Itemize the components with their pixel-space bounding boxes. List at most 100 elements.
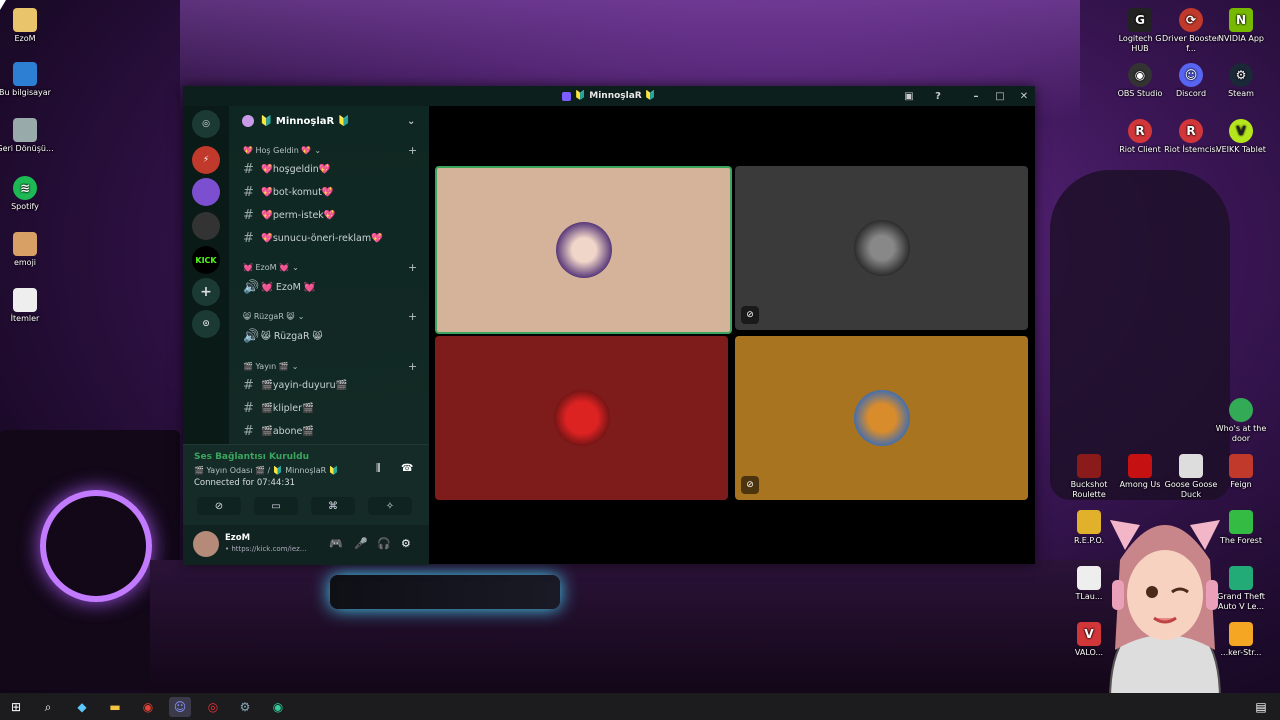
discord-icon: ☺ [1179, 63, 1203, 87]
channel-bot-komut[interactable]: # 💖bot-komut💖 [243, 185, 334, 200]
server-header[interactable]: 🔰 MinnoşlaR 🔰 ⌄ [229, 106, 429, 136]
category-hos-geldin[interactable]: 💖 Hoş Geldin 💖 ⌄ + [243, 144, 417, 157]
chevron-down-icon: ⌄ [407, 115, 416, 127]
plus-icon[interactable]: + [408, 360, 417, 373]
minimize-button[interactable]: – [968, 88, 984, 104]
desktop-icon-spotify[interactable]: ≋ Spotify [0, 176, 55, 212]
title-bar: 🔰 MinnoşlaR 🔰 ▣ ? – □ ✕ [183, 86, 1035, 106]
nvidia-icon: N [1229, 8, 1253, 32]
help-icon[interactable]: ? [930, 88, 946, 104]
discord-window: 🔰 MinnoşlaR 🔰 ▣ ? – □ ✕ ◎ ⚡ KICK + ⊙ 🔰 M… [183, 86, 1035, 565]
inbox-icon[interactable]: ▣ [901, 88, 917, 104]
chrome-icon[interactable]: ◉ [267, 697, 289, 717]
discord-taskbar-icon[interactable]: ☺ [169, 697, 191, 717]
desktop-icon-ezom[interactable]: EzoM [0, 8, 55, 44]
game-icon [1128, 454, 1152, 478]
channel-abone[interactable]: # 🎬abone🎬 [243, 424, 314, 439]
activity-button[interactable]: ⌘ [311, 497, 355, 515]
noise-suppression-icon[interactable]: ⫼ [376, 463, 381, 474]
avatar[interactable] [193, 531, 219, 557]
channel-perm-istek[interactable]: # 💖perm-istek💖 [243, 208, 336, 223]
desktop-icon-steam[interactable]: ⚙ Steam [1211, 63, 1271, 99]
add-server-icon[interactable]: + [192, 278, 220, 306]
discover-icon[interactable]: ⊙ [192, 310, 220, 338]
settings-gear-icon[interactable]: ⚙ [401, 537, 411, 550]
category-ruzgar[interactable]: 😸 RüzgaR 😸 ⌄ + [243, 310, 417, 323]
desktop-icon-nvidia[interactable]: N NVIDIA App [1211, 8, 1271, 44]
logitech-icon: G [1128, 8, 1152, 32]
game-icon [1229, 398, 1253, 422]
disconnect-icon[interactable]: ☎ [401, 463, 413, 474]
participant-tile[interactable]: ⊘ [735, 166, 1028, 330]
participant-avatar [555, 222, 612, 278]
kick-server-icon[interactable]: KICK [192, 246, 220, 274]
hash-icon: # [243, 185, 254, 200]
soundboard-button[interactable]: ✧ [368, 497, 412, 515]
channel-hosgeldin[interactable]: # 💖hoşgeldin💖 [243, 162, 331, 177]
desktop-icon-veikk[interactable]: V VEIKK Tablet [1211, 119, 1271, 155]
server-icon-1[interactable]: ⚡ [192, 146, 220, 174]
hash-icon: # [243, 424, 254, 439]
desktop-icon-itemler[interactable]: İtemler [0, 288, 55, 324]
camera-off-button[interactable]: ⊘ [197, 497, 241, 515]
user-panel: EzoM • https://kick.com/iez... 🎮 🎤 🎧 ⚙ [183, 525, 429, 565]
driver-booster-icon: ⟳ [1179, 8, 1203, 32]
chrome-icon[interactable]: ◉ [137, 697, 159, 717]
voice-status: Ses Bağlantısı Kuruldu [194, 452, 309, 462]
microphone-icon[interactable]: 🎤 [354, 537, 368, 550]
plus-icon[interactable]: + [408, 144, 417, 157]
desktop-icon-whos-at-the-door[interactable]: Who's at the door [1211, 398, 1271, 444]
riot-taskbar-icon[interactable]: ◎ [202, 697, 224, 717]
steam-taskbar-icon[interactable]: ⚙ [234, 697, 256, 717]
desktop-icon-recycle-bin[interactable]: Geri Dönüşü... [0, 118, 55, 154]
riot-icon: R [1128, 119, 1152, 143]
desktop-icon-emoji[interactable]: emoji [0, 232, 55, 268]
close-button[interactable]: ✕ [1016, 88, 1032, 104]
riot-icon: R [1179, 119, 1203, 143]
game-icon [1179, 454, 1203, 478]
screen-share-button[interactable]: ▭ [254, 497, 298, 515]
desktop-icon-this-pc[interactable]: Bu bilgisayar [0, 62, 55, 98]
chevron-down-icon: ⌄ [291, 362, 299, 371]
category-yayin[interactable]: 🎬 Yayın 🎬 ⌄ + [243, 360, 417, 373]
desktop-icon-feign[interactable]: Feign [1211, 454, 1271, 490]
file-explorer-icon[interactable]: ▬ [104, 697, 126, 717]
hash-icon: # [243, 378, 254, 393]
channel-klipler[interactable]: # 🎬klipler🎬 [243, 401, 314, 416]
search-icon[interactable]: ⌕ [37, 697, 59, 717]
game-controller-icon[interactable]: 🎮 [329, 537, 343, 550]
user-status: • https://kick.com/iez... [225, 545, 307, 553]
hash-icon: # [243, 401, 254, 416]
hash-icon: # [243, 208, 254, 223]
participant-tile[interactable] [435, 336, 728, 500]
participant-tile[interactable] [435, 166, 732, 334]
chevron-down-icon: ⌄ [297, 312, 305, 321]
participant-tile[interactable]: ⊘ [735, 336, 1028, 500]
voice-connection-panel: Ses Bağlantısı Kuruldu 🎬 Yayın Odası 🎬 /… [183, 444, 429, 565]
muted-icon: ⊘ [741, 476, 759, 494]
plus-icon[interactable]: + [408, 310, 417, 323]
headphones-icon[interactable]: 🎧 [377, 537, 391, 550]
notification-icon[interactable]: ▤ [1250, 697, 1272, 717]
server-folder-icon[interactable] [192, 212, 220, 240]
server-icon-minnoslar[interactable] [192, 178, 220, 206]
computer-icon [13, 62, 37, 86]
voice-channel-ezom[interactable]: 🔊 💓 EzoM 💓 [243, 280, 316, 295]
mouse-cursor-icon [0, 0, 6, 10]
channel-sunucu-oneri-reklam[interactable]: # 💖sunucu-öneri-reklam💖 [243, 231, 383, 246]
category-ezom[interactable]: 💓 EzoM 💓 ⌄ + [243, 261, 417, 274]
plus-icon[interactable]: + [408, 261, 417, 274]
voice-room[interactable]: 🎬 Yayın Odası 🎬 / 🔰 MinnoşlaR 🔰 [194, 466, 339, 475]
channel-yayin-duyuru[interactable]: # 🎬yayin-duyuru🎬 [243, 378, 347, 393]
maximize-button[interactable]: □ [992, 88, 1008, 104]
windows-start-icon[interactable]: ⊞ [5, 697, 27, 717]
participant-avatar [853, 220, 910, 276]
discord-home-icon[interactable]: ◎ [192, 110, 220, 138]
chevron-down-icon: ⌄ [292, 263, 299, 272]
keyboard [330, 575, 560, 609]
veikk-icon: V [1229, 119, 1253, 143]
image-file-icon [13, 232, 37, 256]
muted-icon: ⊘ [741, 306, 759, 324]
copilot-icon[interactable]: ◆ [71, 697, 93, 717]
voice-channel-ruzgar[interactable]: 🔊 😸 RüzgaR 😸 [243, 329, 322, 344]
